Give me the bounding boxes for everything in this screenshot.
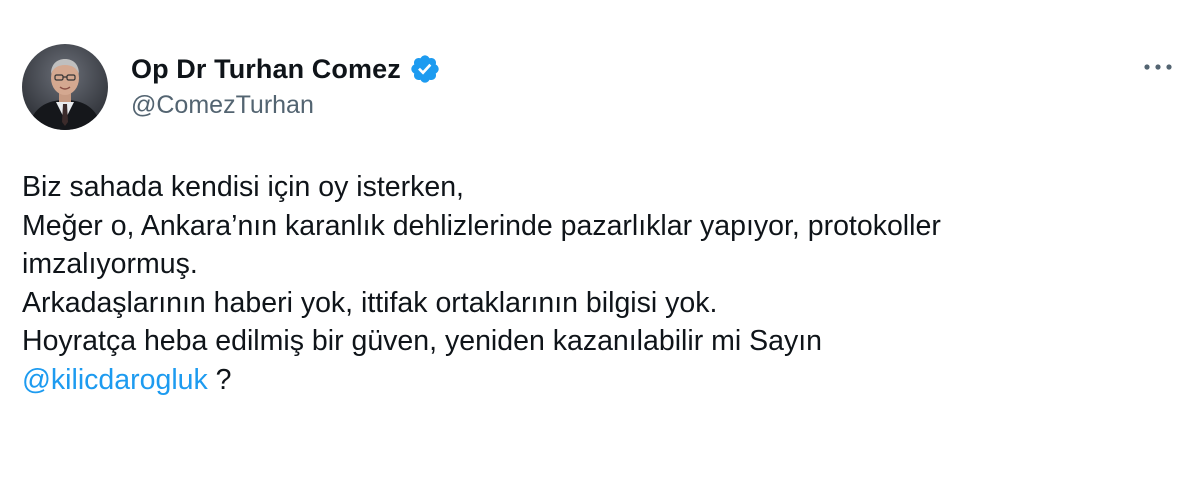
more-options-button[interactable]	[1136, 54, 1180, 80]
tweet-text-line: Biz sahada kendisi için oy isterken,	[22, 171, 464, 203]
tweet-text-line: Meğer o, Ankara’nın karanlık dehlizlerin…	[22, 209, 941, 242]
more-horizontal-icon	[1144, 64, 1172, 70]
tweet-text-line: Hoyratça heba edilmiş bir güven, yeniden…	[22, 325, 822, 357]
tweet-text-line: imzalıyormuş.	[22, 248, 198, 280]
tweet-text: Biz sahada kendisi için oy isterken, Meğ…	[22, 168, 1182, 399]
author-handle[interactable]: @ComezTurhan	[131, 91, 314, 120]
avatar-photo	[22, 44, 108, 130]
mention-link[interactable]: @kilicdarogluk	[22, 364, 208, 396]
tweet-card: Op Dr Turhan Comez @ComezTurhan Biz saha…	[0, 0, 1200, 481]
question-mark-text: ?	[207, 363, 232, 396]
author-name-row: Op Dr Turhan Comez	[131, 51, 441, 87]
author-display-name[interactable]: Op Dr Turhan Comez	[131, 54, 401, 85]
tweet-text-line: Arkadaşlarının haberi yok, ittifak ortak…	[22, 286, 718, 319]
tweet-text-last-line: @kilicdarogluk ?	[22, 361, 1182, 400]
author-avatar[interactable]	[22, 44, 108, 130]
verified-badge-icon[interactable]	[409, 53, 441, 85]
